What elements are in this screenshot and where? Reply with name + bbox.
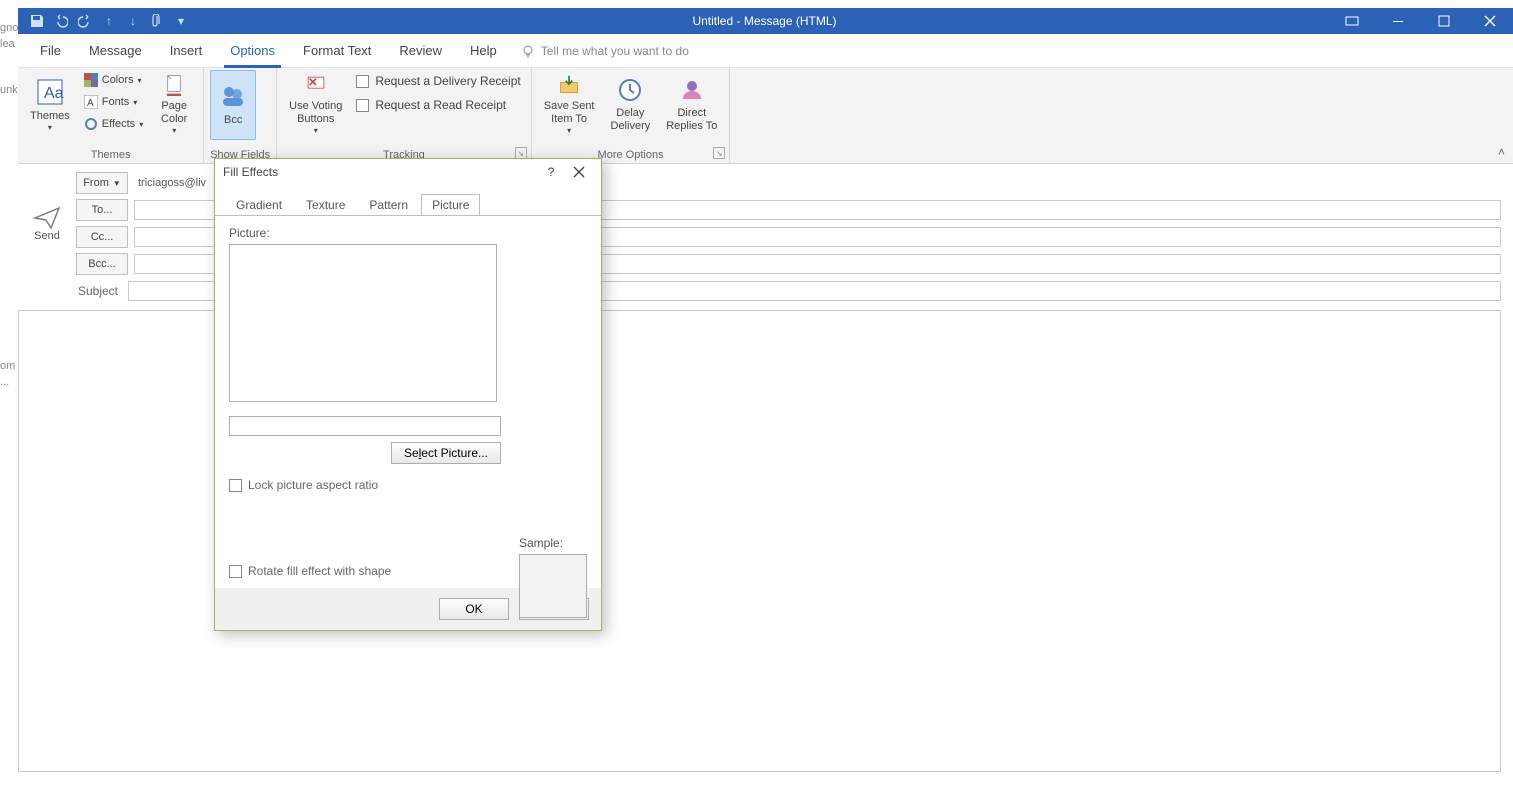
maximize-icon[interactable] — [1421, 8, 1467, 34]
sample-section: Sample: — [519, 536, 587, 618]
svg-text:Aa: Aa — [44, 85, 64, 102]
dialog-tabs: Gradient Texture Pattern Picture — [215, 185, 601, 215]
themes-icon: Aa — [36, 78, 64, 106]
dialog-panel-picture: Picture: Select Picture... Lock picture … — [215, 215, 601, 588]
tab-picture[interactable]: Picture — [421, 194, 480, 216]
title-bar: ↑ ↓ ▾ Untitled - Message (HTML) — [18, 8, 1513, 34]
send-icon — [33, 206, 61, 230]
fragment: om — [0, 358, 18, 374]
save-icon[interactable] — [28, 12, 46, 30]
attach-icon[interactable] — [148, 12, 166, 30]
bcc-button[interactable]: Bcc — [210, 70, 256, 140]
fragment: unk — [0, 82, 18, 98]
page-color-icon — [161, 74, 187, 96]
lightbulb-icon — [521, 44, 535, 58]
tab-insert[interactable]: Insert — [156, 34, 217, 68]
themes-button[interactable]: Aa Themes▾ — [24, 70, 76, 140]
tell-me-label: Tell me what you want to do — [541, 44, 689, 58]
page-color-button[interactable]: Page Color▾ — [151, 70, 197, 140]
lock-aspect-ratio-checkbox[interactable]: Lock picture aspect ratio — [229, 478, 587, 492]
colors-button[interactable]: Colors▾ — [80, 70, 147, 90]
effects-button[interactable]: Effects▾ — [80, 114, 147, 134]
tab-pattern[interactable]: Pattern — [358, 194, 419, 216]
save-sent-icon — [555, 74, 583, 96]
tab-review[interactable]: Review — [385, 34, 456, 68]
sample-label: Sample: — [519, 536, 587, 550]
dialog-close-button[interactable] — [565, 161, 593, 183]
effects-icon — [84, 117, 98, 131]
group-label-themes: Themes — [24, 147, 197, 163]
dialog-titlebar: Fill Effects ? — [215, 159, 601, 185]
more-options-dialog-launcher[interactable]: ↘ — [713, 147, 725, 159]
checkbox-icon — [356, 75, 369, 88]
quick-access-toolbar: ↑ ↓ ▾ — [18, 12, 200, 30]
direct-replies-icon — [679, 77, 705, 103]
fill-effects-dialog: Fill Effects ? Gradient Texture Pattern … — [214, 158, 602, 631]
select-picture-button[interactable]: Select Picture... — [391, 442, 501, 464]
picture-preview — [229, 244, 497, 402]
send-button[interactable]: Send — [23, 194, 71, 254]
group-show-fields: Bcc Show Fields — [204, 68, 277, 163]
bcc-button[interactable]: Bcc... — [76, 253, 128, 275]
sample-preview — [519, 554, 587, 618]
checkbox-icon — [229, 565, 242, 578]
direct-replies-to-button[interactable]: Direct Replies To — [660, 70, 723, 140]
group-themes: Aa Themes▾ Colors▾ A Fonts▾ Effects▾ — [18, 68, 204, 163]
picture-path-input[interactable] — [229, 416, 501, 436]
subject-label: Subject — [18, 284, 128, 298]
collapse-ribbon-icon[interactable]: ˄ — [1498, 145, 1505, 159]
ribbon-display-icon[interactable] — [1329, 8, 1375, 34]
dialog-title: Fill Effects — [223, 165, 278, 179]
redo-icon[interactable] — [76, 12, 94, 30]
close-icon — [573, 166, 585, 178]
group-tracking: Use Voting Buttons▾ Request a Delivery R… — [277, 68, 532, 163]
dialog-help-button[interactable]: ? — [537, 161, 565, 183]
fonts-button[interactable]: A Fonts▾ — [80, 92, 147, 112]
fragment: lea — [0, 36, 18, 52]
fonts-icon: A — [84, 95, 98, 109]
svg-text:A: A — [87, 98, 94, 109]
tab-file[interactable]: File — [26, 34, 75, 68]
tab-format-text[interactable]: Format Text — [289, 34, 385, 68]
tab-help[interactable]: Help — [456, 34, 511, 68]
tell-me-search[interactable]: Tell me what you want to do — [521, 44, 689, 58]
qat-dropdown-icon[interactable]: ▾ — [172, 12, 190, 30]
tab-texture[interactable]: Texture — [295, 194, 356, 216]
next-icon[interactable]: ↓ — [124, 12, 142, 30]
ribbon-tabs: File Message Insert Options Format Text … — [18, 34, 1513, 68]
save-sent-item-to-button[interactable]: Save Sent Item To▾ — [538, 70, 601, 140]
tab-options[interactable]: Options — [216, 34, 289, 68]
cc-button[interactable]: Cc... — [76, 226, 128, 248]
cropped-left-edge: gno lea unk om ... — [0, 0, 18, 792]
tab-message[interactable]: Message — [75, 34, 156, 68]
bcc-icon — [219, 82, 247, 110]
ribbon: Aa Themes▾ Colors▾ A Fonts▾ Effects▾ — [18, 68, 1513, 164]
prev-icon[interactable]: ↑ — [100, 12, 118, 30]
undo-icon[interactable] — [52, 12, 70, 30]
ok-button[interactable]: OK — [439, 598, 509, 620]
tab-gradient[interactable]: Gradient — [225, 194, 293, 216]
close-icon[interactable] — [1467, 8, 1513, 34]
use-voting-buttons-button[interactable]: Use Voting Buttons▾ — [283, 70, 348, 140]
checkbox-icon — [229, 479, 242, 492]
request-read-receipt-checkbox[interactable]: Request a Read Receipt — [352, 94, 524, 116]
minimize-icon[interactable] — [1375, 8, 1421, 34]
checkbox-icon — [356, 99, 369, 112]
voting-icon — [302, 74, 330, 96]
window-title: Untitled - Message (HTML) — [200, 14, 1329, 28]
group-more-options: Save Sent Item To▾ Delay Delivery Direct… — [532, 68, 731, 163]
request-delivery-receipt-checkbox[interactable]: Request a Delivery Receipt — [352, 70, 524, 92]
picture-label: Picture: — [229, 226, 587, 240]
delay-icon — [617, 77, 643, 103]
fragment: ... — [0, 374, 18, 390]
fragment: gno — [0, 20, 18, 36]
colors-icon — [84, 73, 98, 87]
from-button[interactable]: From▼ — [76, 172, 128, 194]
to-button[interactable]: To... — [76, 199, 128, 221]
delay-delivery-button[interactable]: Delay Delivery — [605, 70, 657, 140]
